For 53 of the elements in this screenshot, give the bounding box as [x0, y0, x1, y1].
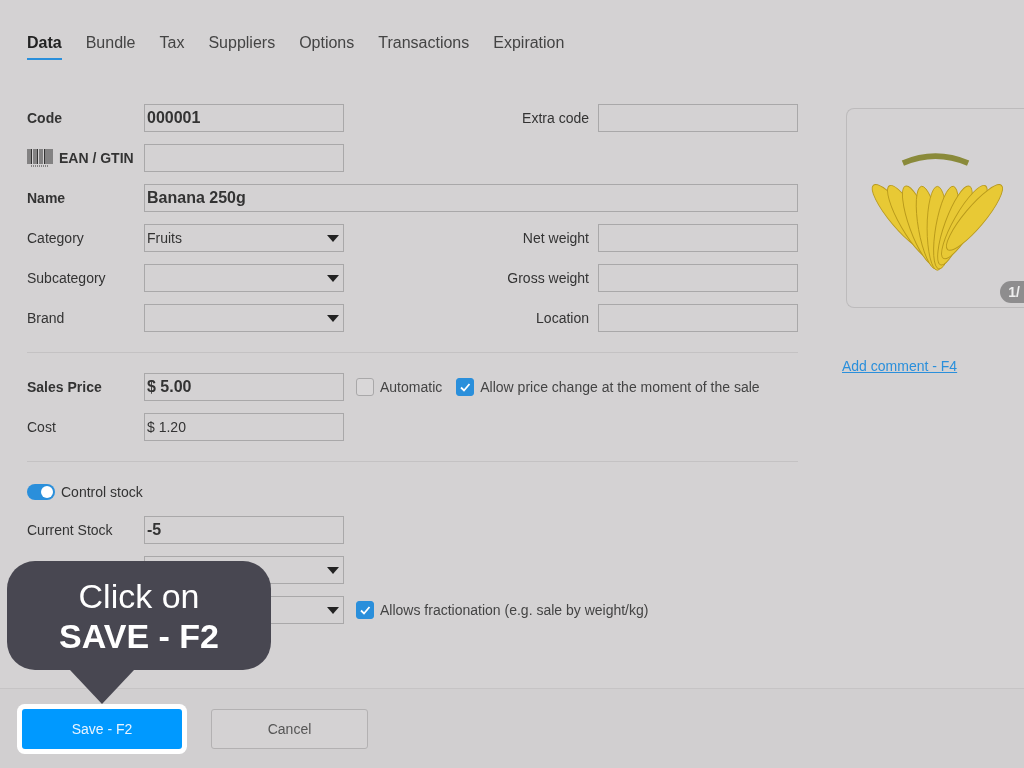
- input-field[interactable]: [598, 264, 798, 292]
- field-label: Location: [536, 310, 589, 326]
- tab[interactable]: Tax: [159, 34, 185, 60]
- checkbox[interactable]: [456, 378, 475, 396]
- callout-text: Click on: [78, 575, 200, 616]
- caret-icon: [327, 566, 339, 574]
- caret-icon: [327, 606, 339, 614]
- input-field[interactable]: $ 1.20: [144, 413, 344, 441]
- tab[interactable]: Suppliers: [208, 34, 276, 60]
- callout-text: SAVE - F2: [59, 615, 219, 656]
- checkbox-label: Allows fractionation (e.g. sale by weight/kg): [380, 602, 649, 618]
- input-field[interactable]: 000001: [144, 104, 344, 132]
- dropdown[interactable]: [144, 264, 344, 292]
- checkbox[interactable]: [356, 378, 374, 396]
- tab[interactable]: Bundle: [85, 34, 136, 60]
- input-field[interactable]: [144, 144, 344, 172]
- input-field[interactable]: [598, 104, 798, 132]
- tab[interactable]: Expiration: [493, 34, 565, 60]
- checkbox-label: Automatic: [380, 379, 443, 395]
- input-field[interactable]: -5: [144, 516, 344, 544]
- dropdown[interactable]: [144, 304, 344, 332]
- field-label: Net weight: [522, 230, 589, 246]
- field-label: Brand: [27, 310, 65, 326]
- caret-icon: [327, 274, 339, 282]
- toggle-switch[interactable]: [27, 484, 55, 500]
- cancel-button[interactable]: Cancel: [211, 708, 368, 749]
- tab[interactable]: Data: [27, 34, 62, 60]
- barcode-icon: [27, 149, 53, 167]
- caret-icon: [327, 314, 339, 322]
- field-label: Extra code: [522, 110, 589, 126]
- input-field[interactable]: [598, 304, 798, 332]
- input-field[interactable]: [598, 224, 798, 252]
- field-label: EAN / GTIN: [59, 150, 134, 166]
- checkmark-icon: [359, 604, 371, 616]
- image-counter: 1/: [1000, 281, 1024, 303]
- field-label: Gross weight: [507, 270, 589, 286]
- tab[interactable]: Transactions: [378, 34, 470, 60]
- input-field[interactable]: $ 5.00: [144, 373, 344, 401]
- field-label: Code: [27, 110, 62, 126]
- field-label: Name: [27, 190, 66, 206]
- dropdown[interactable]: Fruits: [144, 224, 344, 252]
- toggle-label: Control stock: [61, 484, 143, 500]
- checkmark-icon: [459, 381, 472, 393]
- caret-icon: [327, 234, 339, 242]
- field-label: Current Stock: [27, 522, 113, 538]
- field-label: Cost: [27, 419, 56, 435]
- checkbox-label: Allow price change at the moment of the sale: [480, 379, 760, 395]
- field-label: Sales Price: [27, 379, 102, 395]
- field-label: Subcategory: [27, 270, 106, 286]
- field-label: Category: [27, 230, 84, 246]
- tab[interactable]: Options: [299, 34, 355, 60]
- checkbox[interactable]: [356, 601, 374, 619]
- input-field[interactable]: Banana 250g: [144, 184, 798, 212]
